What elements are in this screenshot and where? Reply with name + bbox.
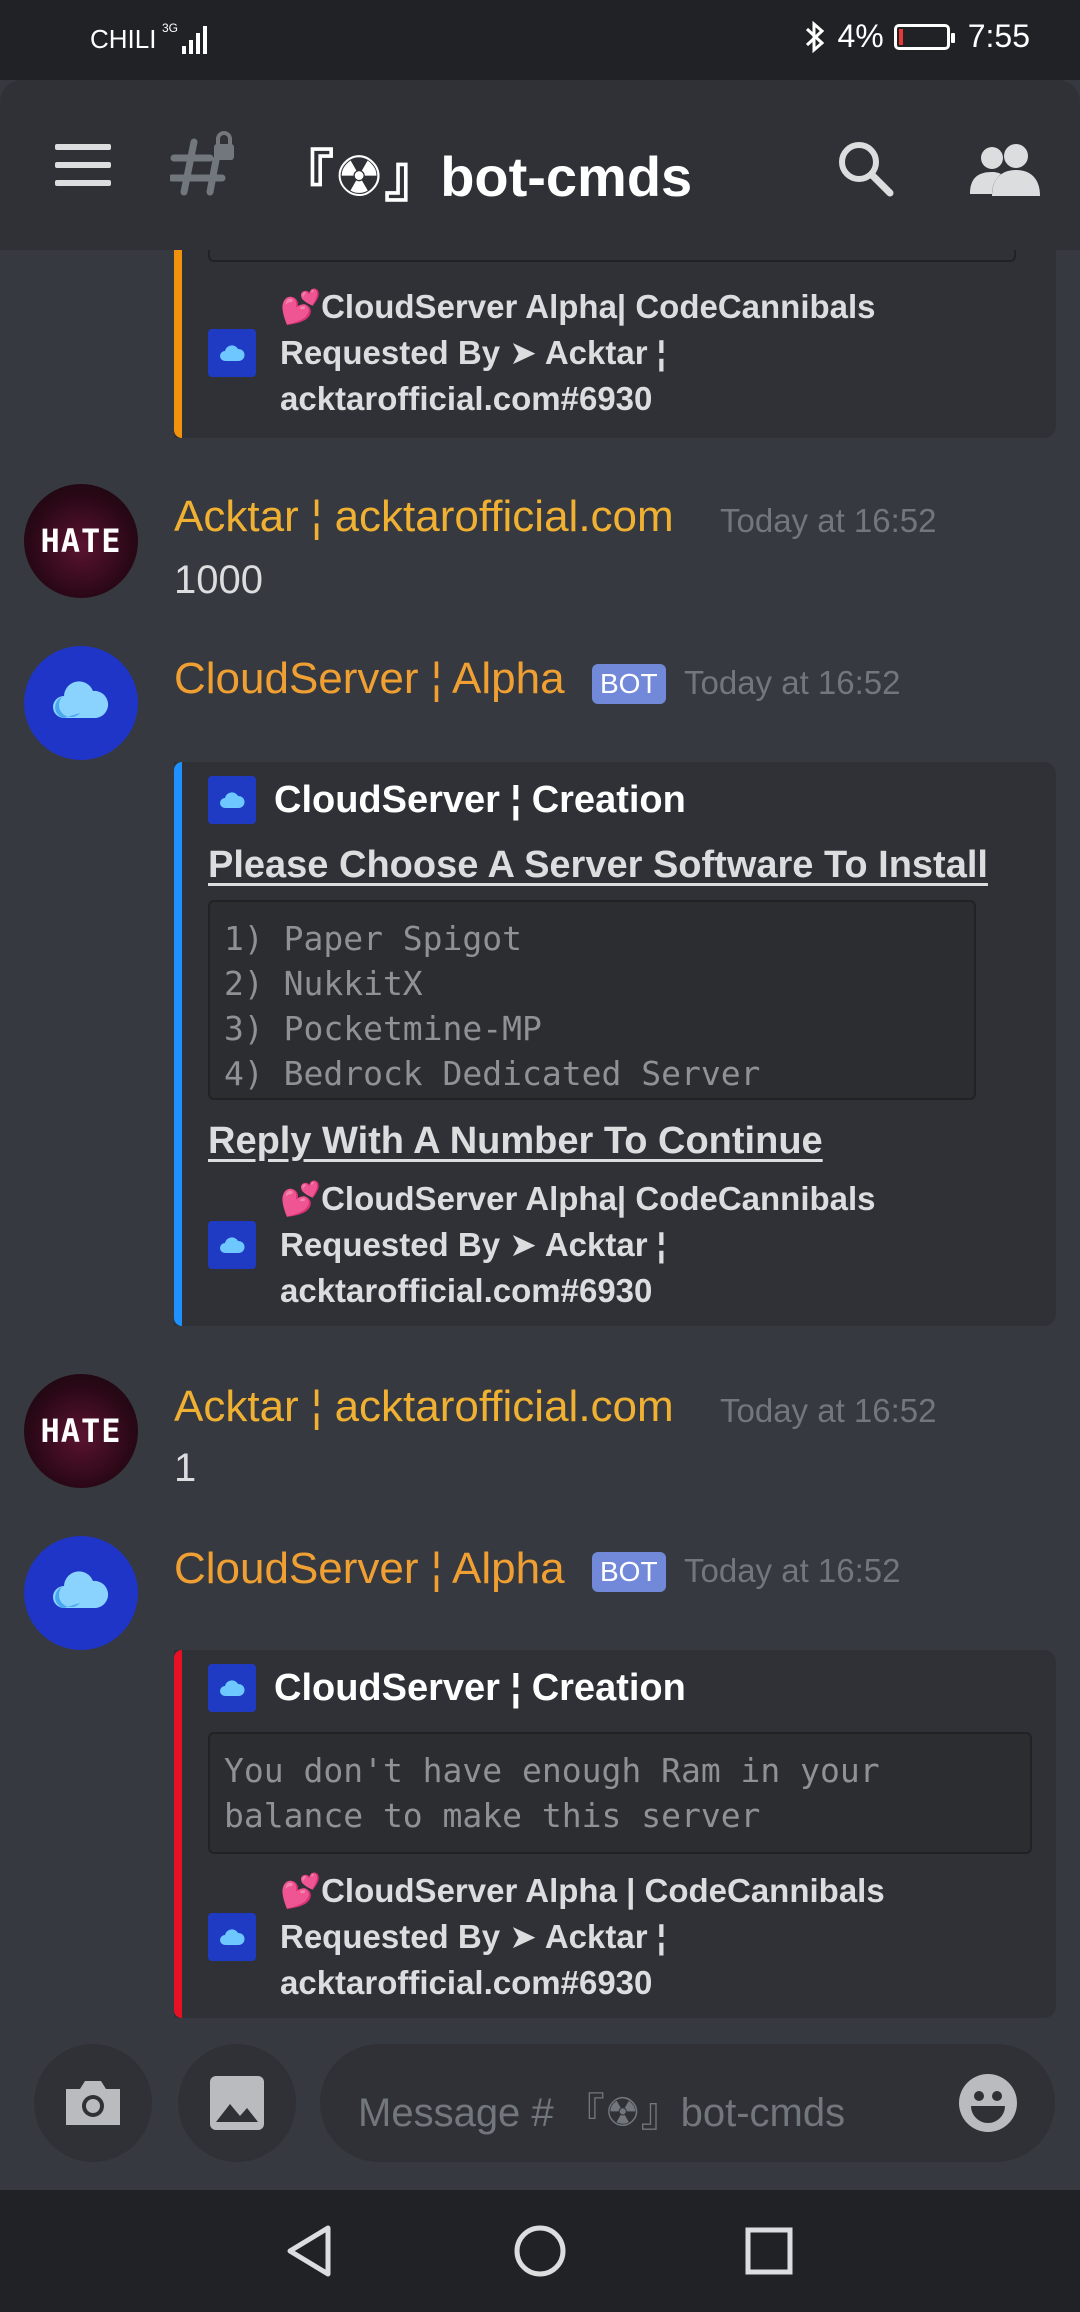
footer-line: 💕CloudServer Alpha | CodeCannibals [280, 1872, 885, 1909]
bot-avatar-icon [208, 1221, 256, 1269]
message-timestamp: Today at 16:52 [720, 502, 937, 539]
recents-icon[interactable] [744, 2226, 794, 2276]
back-icon[interactable] [284, 2224, 334, 2278]
message-input[interactable]: Message # 『☢』bot-cmds [320, 2044, 1055, 2162]
bot-badge: BOT [592, 1552, 666, 1592]
status-bar: CHILI 3G 4% 7:55 [0, 0, 1080, 80]
battery-icon [893, 23, 955, 50]
carrier-label: CHILI [90, 24, 157, 54]
home-icon[interactable] [513, 2224, 567, 2278]
message-author[interactable]: CloudServer ¦ Alpha [174, 1544, 565, 1594]
message-timestamp: Today at 16:52 [684, 664, 901, 701]
embed-field-title: Reply With A Number To Continue [208, 1120, 823, 1162]
embed-footer: 💕CloudServer Alpha | CodeCannibals Reque… [208, 1868, 885, 2006]
embed-author: CloudServer ¦ Creation [208, 776, 686, 824]
battery-percent: 4% [837, 18, 884, 54]
embed-author-name: CloudServer ¦ Creation [274, 778, 686, 821]
menu-icon[interactable] [55, 144, 111, 186]
locked-channel-icon [170, 131, 234, 196]
embed-author-name: CloudServer ¦ Creation [274, 1666, 686, 1709]
message-timestamp: Today at 16:52 [720, 1392, 937, 1429]
gallery-button[interactable] [178, 2044, 296, 2162]
message-composer: Message # 『☢』bot-cmds [0, 2030, 1080, 2190]
clock: 7:55 [967, 18, 1030, 54]
signal-icon: 3G [162, 21, 207, 54]
message-text: 1000 [174, 558, 263, 602]
bot-avatar-icon [208, 1664, 256, 1712]
camera-button[interactable] [34, 2044, 152, 2162]
avatar[interactable] [24, 1536, 138, 1650]
channel-header: 『☢』bot-cmds [0, 80, 1080, 250]
status-right: 4% 7:55 [803, 18, 1030, 55]
footer-line: Requested By ➤ Acktar ¦ [280, 334, 666, 371]
code-block: 1) Paper Spigot 2) NukkitX 3) Pocketmine… [208, 900, 976, 1100]
embed-footer: 💕CloudServer Alpha| CodeCannibals Reques… [208, 284, 876, 422]
bot-avatar-icon [208, 1913, 256, 1961]
embed-footer: 💕CloudServer Alpha| CodeCannibals Reques… [208, 1176, 876, 1314]
avatar[interactable]: HATE [24, 1374, 138, 1488]
message-author[interactable]: CloudServer ¦ Alpha [174, 654, 565, 704]
camera-icon [66, 2081, 120, 2125]
bot-badge: BOT [592, 664, 666, 704]
search-icon[interactable] [835, 138, 895, 198]
message-text: 1 [174, 1446, 197, 1490]
message-author[interactable]: Acktar ¦ acktarofficial.com [174, 492, 674, 542]
system-nav-bar [0, 2190, 1080, 2312]
embed-author: CloudServer ¦ Creation [208, 1664, 686, 1712]
footer-line: 💕CloudServer Alpha| CodeCannibals [280, 288, 876, 325]
embed-card: CloudServer ¦ Creation You don't have en… [174, 1650, 1056, 2018]
footer-line: Requested By ➤ Acktar ¦ [280, 1918, 666, 1955]
avatar[interactable]: HATE [24, 484, 138, 598]
emoji-icon[interactable] [957, 2072, 1019, 2134]
embed-accent-bar [174, 1650, 182, 2018]
message-timestamp: Today at 16:52 [684, 1552, 901, 1589]
footer-line: 💕CloudServer Alpha| CodeCannibals [280, 1180, 876, 1217]
members-icon[interactable] [970, 140, 1042, 198]
bluetooth-icon [806, 20, 825, 53]
embed-field-title: Please Choose A Server Software To Insta… [208, 844, 988, 886]
footer-line: acktarofficial.com#6930 [280, 1272, 653, 1309]
footer-line: Requested By ➤ Acktar ¦ [280, 1226, 666, 1263]
avatar-text: HATE [40, 522, 122, 560]
avatar[interactable] [24, 646, 138, 760]
footer-line: acktarofficial.com#6930 [280, 380, 653, 417]
avatar-text: HATE [40, 1412, 122, 1450]
embed-card: 💕CloudServer Alpha| CodeCannibals Reques… [174, 250, 1056, 438]
message-input-placeholder: Message # 『☢』bot-cmds [358, 2091, 846, 2135]
svg-text:3G: 3G [162, 21, 178, 35]
embed-accent-bar [174, 762, 182, 1326]
embed-accent-bar [174, 250, 182, 438]
code-block: You don't have enough Ram in your balanc… [208, 1732, 1032, 1854]
message-author[interactable]: Acktar ¦ acktarofficial.com [174, 1382, 674, 1432]
channel-title: 『☢』bot-cmds [278, 145, 693, 208]
image-icon [210, 2076, 264, 2130]
bot-avatar-icon [208, 776, 256, 824]
footer-line: acktarofficial.com#6930 [280, 1964, 653, 2001]
embed-card: CloudServer ¦ Creation Please Choose A S… [174, 762, 1056, 1326]
bot-avatar-icon [208, 329, 256, 377]
message-list[interactable]: 💕CloudServer Alpha| CodeCannibals Reques… [0, 250, 1080, 2030]
